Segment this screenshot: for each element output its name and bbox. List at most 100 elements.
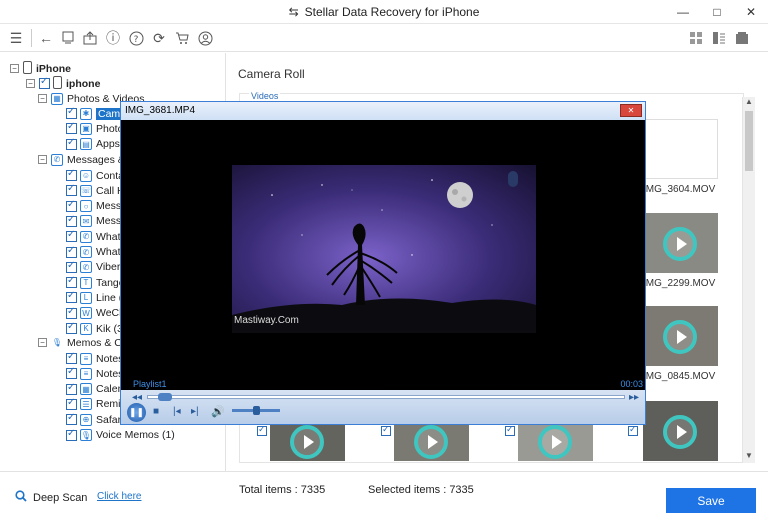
video-thumbnail[interactable] xyxy=(643,213,718,273)
volume-slider[interactable] xyxy=(232,406,280,415)
whatsapp-icon: ✆ xyxy=(80,230,92,243)
tree-item-label: Apps xyxy=(96,138,120,151)
checkbox[interactable] xyxy=(66,321,77,334)
stop-button[interactable]: ■ xyxy=(153,406,159,417)
tree-item[interactable]: ☰Remin xyxy=(66,397,126,412)
checkbox[interactable] xyxy=(66,229,77,243)
save-button[interactable]: Save xyxy=(666,488,756,513)
menu-icon[interactable]: ☰ xyxy=(6,28,26,48)
tree-item[interactable]: ○Messa xyxy=(66,199,127,214)
tree-group-messages[interactable]: − ✆ Messages & xyxy=(38,152,125,167)
wechat-icon: W xyxy=(80,307,92,320)
tree-item[interactable]: ⊕Safari xyxy=(66,412,123,427)
calendar-icon: ▦ xyxy=(80,383,92,396)
list-view-icon[interactable] xyxy=(709,28,729,48)
checkbox[interactable] xyxy=(66,366,77,380)
collapse-icon[interactable]: − xyxy=(26,79,35,88)
checkbox[interactable] xyxy=(66,428,77,441)
checkbox[interactable] xyxy=(66,275,77,289)
minimize-button[interactable]: — xyxy=(666,0,700,24)
close-button[interactable]: ✕ xyxy=(734,0,768,24)
player-close-button[interactable]: ✕ xyxy=(620,104,642,117)
checkbox[interactable] xyxy=(66,199,77,212)
checkbox[interactable] xyxy=(39,76,50,89)
checkbox[interactable] xyxy=(66,168,77,181)
checkbox[interactable] xyxy=(505,424,515,436)
cart-icon[interactable] xyxy=(172,28,192,48)
tree-item[interactable]: ✱Came xyxy=(66,106,129,121)
checkbox[interactable] xyxy=(66,214,77,227)
back-icon[interactable]: ← xyxy=(36,28,56,48)
seek-knob[interactable] xyxy=(157,393,172,401)
checkbox[interactable] xyxy=(66,137,77,150)
checkbox[interactable] xyxy=(628,424,638,436)
collapse-icon[interactable]: − xyxy=(38,155,47,164)
grid-view-icon[interactable] xyxy=(686,28,706,48)
volume-icon[interactable]: 🔊 xyxy=(211,405,225,418)
save-to-computer-icon[interactable] xyxy=(58,28,78,48)
tree-item[interactable]: ☺Conta xyxy=(66,168,124,183)
video-thumbnail[interactable] xyxy=(643,401,718,461)
tree-item[interactable]: ✆ Viber xyxy=(66,260,120,275)
video-player-window: IMG_3681.MP4 ✕ Mastiway.Com Playlist1 00… xyxy=(120,101,646,425)
video-thumbnail[interactable] xyxy=(643,119,718,179)
video-thumbnail[interactable] xyxy=(643,306,718,366)
checkbox[interactable] xyxy=(66,306,77,319)
scrollbar[interactable]: ▲ ▼ xyxy=(742,97,755,463)
next-button[interactable]: ▸| xyxy=(191,406,199,417)
tree-item[interactable]: ▤ Apps xyxy=(66,137,120,152)
checkbox[interactable] xyxy=(66,382,77,395)
tree-item[interactable]: ✉Messa xyxy=(66,214,127,229)
tree-item[interactable]: LLine (8 xyxy=(66,290,128,305)
whatsapp-attachments-icon: ✆ xyxy=(80,246,92,258)
tree-item[interactable]: ✆Whats xyxy=(66,229,126,244)
tree-item[interactable]: TTango xyxy=(66,275,125,290)
tree-node-root[interactable]: − iPhone xyxy=(10,60,71,76)
tree-group-memos[interactable]: − 🎙 Memos & C xyxy=(38,335,122,350)
info-icon[interactable]: ⓘ xyxy=(103,28,123,48)
tree-item[interactable]: 🎙 Voice Memos (1) xyxy=(66,428,175,443)
checkbox[interactable] xyxy=(257,424,267,436)
scrollbar-thumb[interactable] xyxy=(745,111,753,171)
previous-button[interactable]: |◂ xyxy=(173,406,181,417)
rewind-icon[interactable]: ◂◂ xyxy=(132,392,142,403)
tree-node-device[interactable]: − iphone xyxy=(26,75,100,91)
photos-icon: ▦ xyxy=(51,92,63,105)
fast-forward-icon[interactable]: ▸▸ xyxy=(629,392,639,403)
checkbox[interactable] xyxy=(66,351,77,364)
file-view-icon[interactable] xyxy=(732,28,752,48)
video-thumbnail[interactable] xyxy=(394,423,469,461)
checkbox[interactable] xyxy=(66,397,77,410)
tree-item[interactable]: ≡Notes xyxy=(66,351,123,366)
video-thumbnail[interactable] xyxy=(270,423,345,461)
collapse-icon[interactable]: − xyxy=(10,64,19,73)
checkbox[interactable] xyxy=(66,121,77,135)
checkbox[interactable] xyxy=(66,183,77,197)
checkbox[interactable] xyxy=(66,412,77,426)
restore-button[interactable]: □ xyxy=(700,0,734,24)
click-here-link[interactable]: Click here xyxy=(97,491,141,502)
tree-item[interactable]: WWeCh xyxy=(66,306,125,321)
checkbox[interactable] xyxy=(381,424,391,436)
help-icon[interactable]: ? xyxy=(126,28,146,48)
tree-item[interactable]: ▣Photo xyxy=(66,121,123,136)
volume-knob[interactable] xyxy=(253,406,260,415)
checkbox[interactable] xyxy=(66,245,77,258)
video-thumbnail[interactable] xyxy=(518,423,593,461)
collapse-icon[interactable]: − xyxy=(38,94,47,103)
export-icon[interactable] xyxy=(80,28,100,48)
tree-item[interactable]: ☏Call H xyxy=(66,183,125,198)
scroll-down-icon[interactable]: ▼ xyxy=(743,451,755,463)
pause-button[interactable]: ❚❚ xyxy=(127,403,146,422)
scroll-up-icon[interactable]: ▲ xyxy=(743,97,755,109)
checkbox[interactable] xyxy=(66,106,77,119)
checkbox[interactable] xyxy=(66,260,77,273)
checkbox[interactable] xyxy=(66,290,77,304)
tree-item[interactable]: ✆Whats xyxy=(66,245,126,260)
tree-item[interactable]: ≡Notes xyxy=(66,366,123,381)
collapse-icon[interactable]: − xyxy=(38,338,47,347)
seek-bar[interactable] xyxy=(147,393,625,401)
account-icon[interactable] xyxy=(195,28,215,48)
total-items: Total items : 7335 xyxy=(239,484,326,496)
refresh-icon[interactable]: ⟳ xyxy=(149,28,169,48)
